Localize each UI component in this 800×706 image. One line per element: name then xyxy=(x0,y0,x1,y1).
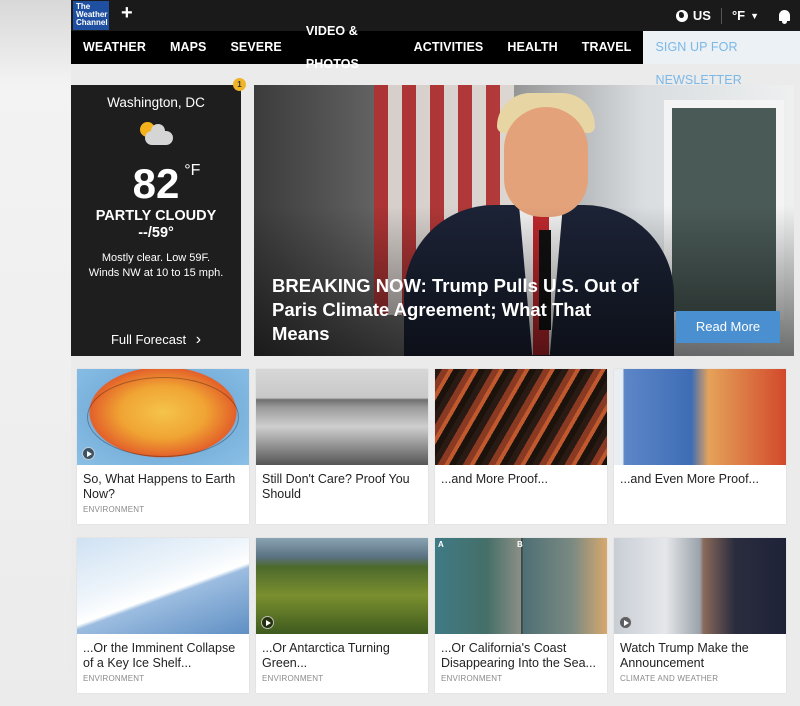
play-icon[interactable] xyxy=(619,616,632,629)
card-title[interactable]: So, What Happens to Earth Now? xyxy=(77,465,249,502)
nav-item-health[interactable]: HEALTH xyxy=(495,31,569,64)
hero-image-face xyxy=(504,107,588,217)
card-thumbnail xyxy=(77,538,249,634)
condition-text: PARTLY CLOUDY xyxy=(95,208,217,224)
alert-badge[interactable]: 1 xyxy=(233,78,246,91)
card-title[interactable]: ...Or the Imminent Collapse of a Key Ice… xyxy=(77,634,249,671)
nav-item-weather[interactable]: WEATHER xyxy=(71,31,158,64)
card-thumbnail xyxy=(435,369,607,465)
article-card[interactable]: So, What Happens to Earth Now? ENVIRONME… xyxy=(77,369,249,524)
article-card[interactable]: Watch Trump Make the Announcement CLIMAT… xyxy=(614,538,786,693)
card-category: ENVIRONMENT xyxy=(262,674,324,683)
hero-headline[interactable]: BREAKING NOW: Trump Pulls U.S. Out of Pa… xyxy=(272,274,652,346)
card-thumbnail xyxy=(614,369,786,465)
description-line: Mostly clear. Low 59F. xyxy=(101,252,211,264)
location-name: Washington, DC xyxy=(107,95,205,110)
plus-icon[interactable]: + xyxy=(121,2,133,25)
full-forecast-label: Full Forecast xyxy=(110,332,187,347)
article-card[interactable]: ...Or the Imminent Collapse of a Key Ice… xyxy=(77,538,249,693)
hero-story[interactable]: BREAKING NOW: Trump Pulls U.S. Out of Pa… xyxy=(254,85,794,356)
card-category: CLIMATE AND WEATHER xyxy=(620,674,719,683)
temperature-unit: °F xyxy=(184,162,201,179)
caret-down-icon: ▼ xyxy=(750,10,759,21)
article-card[interactable]: ...and Even More Proof... xyxy=(614,369,786,524)
play-icon[interactable] xyxy=(261,616,274,629)
newsletter-signup-link[interactable]: SIGN UP FOR NEWSLETTER xyxy=(643,31,800,87)
current-conditions-card[interactable]: 1 Washington, DC 82 °F PARTLY CLOUDY --/5… xyxy=(71,78,246,356)
notifications-button[interactable] xyxy=(769,10,800,24)
region-label: US xyxy=(692,8,711,23)
units-label: °F xyxy=(731,8,746,23)
partly-cloudy-icon xyxy=(136,120,176,150)
region-selector[interactable]: US xyxy=(666,8,721,23)
page-gutter xyxy=(0,0,71,706)
full-forecast-link[interactable]: Full Forecast › xyxy=(71,331,241,349)
card-title[interactable]: ...Or Antarctica Turning Green... xyxy=(256,634,428,671)
card-title[interactable]: ...and More Proof... xyxy=(435,465,607,487)
nav-item-video-photos[interactable]: VIDEO & PHOTOS xyxy=(294,15,402,81)
card-category: ENVIRONMENT xyxy=(441,674,503,683)
card-title[interactable]: ...Or California's Coast Disappearing In… xyxy=(435,634,607,671)
top-right-controls: US °F ▼ xyxy=(666,0,800,31)
nav-item-travel[interactable]: TRAVEL xyxy=(570,31,644,64)
nav-item-maps[interactable]: MAPS xyxy=(158,31,219,64)
card-category: ENVIRONMENT xyxy=(83,505,145,514)
card-thumbnail xyxy=(256,538,428,634)
card-title[interactable]: Watch Trump Make the Announcement xyxy=(614,634,786,671)
weather-channel-logo[interactable]: The Weather Channel xyxy=(73,1,109,30)
card-thumbnail xyxy=(256,369,428,465)
globe-icon xyxy=(675,9,688,22)
card-title[interactable]: Still Don't Care? Proof You Should xyxy=(256,465,428,502)
main-nav: WEATHER MAPS SEVERE VIDEO & PHOTOS ACTIV… xyxy=(71,24,800,87)
play-icon[interactable] xyxy=(82,447,95,460)
card-category: ENVIRONMENT xyxy=(83,674,145,683)
article-card[interactable]: Still Don't Care? Proof You Should xyxy=(256,369,428,524)
article-card[interactable]: ...Or Antarctica Turning Green... ENVIRO… xyxy=(256,538,428,693)
article-card[interactable]: ...and More Proof... xyxy=(435,369,607,524)
forecast-description: Mostly clear. Low 59F. Winds NW at 10 to… xyxy=(71,251,241,281)
card-thumbnail xyxy=(614,538,786,634)
nav-item-activities[interactable]: ACTIVITIES xyxy=(402,31,496,64)
current-temperature: 82 °F xyxy=(132,160,201,208)
top-bar: The Weather Channel + US °F ▼ xyxy=(71,0,800,31)
read-more-button[interactable]: Read More xyxy=(676,311,780,343)
card-thumbnail xyxy=(77,369,249,465)
description-line: Winds NW at 10 to 15 mph. xyxy=(88,267,224,279)
nav-item-severe[interactable]: SEVERE xyxy=(218,31,293,64)
bell-icon xyxy=(779,10,790,24)
article-card[interactable]: A B ...Or California's Coast Disappearin… xyxy=(435,538,607,693)
image-label-a: A xyxy=(438,540,444,549)
card-title[interactable]: ...and Even More Proof... xyxy=(614,465,786,487)
card-thumbnail: A B xyxy=(435,538,607,634)
high-low: --/59° xyxy=(138,225,174,241)
chevron-right-icon: › xyxy=(195,331,202,348)
image-label-b: B xyxy=(517,540,523,549)
units-selector[interactable]: °F ▼ xyxy=(722,8,769,23)
temperature-value: 82 xyxy=(132,160,180,207)
